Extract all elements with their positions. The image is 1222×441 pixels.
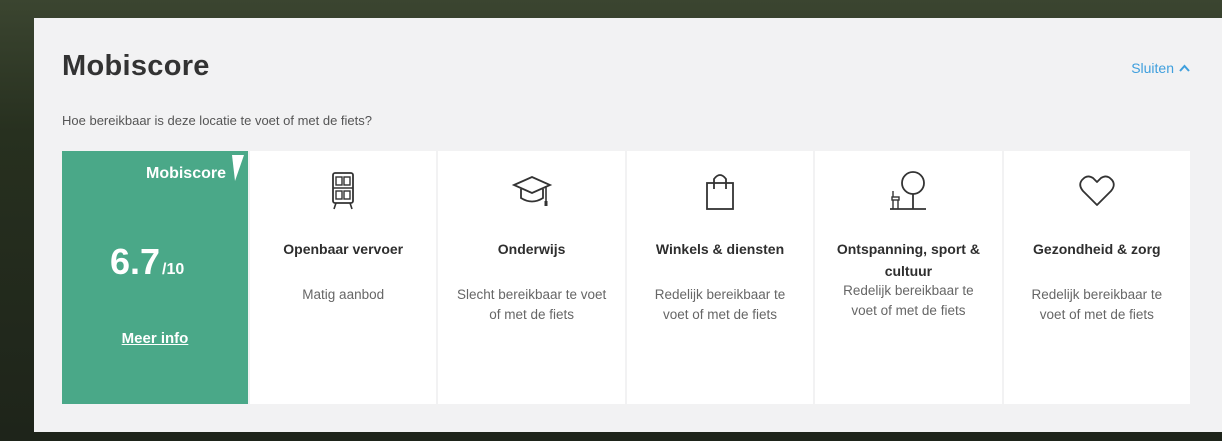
category-description: Matig aanbod: [302, 287, 385, 302]
close-label: Sluiten: [1131, 60, 1174, 76]
category-title: Onderwijs: [497, 241, 566, 257]
graduation-cap-icon: [511, 176, 552, 206]
tree-bench-icon: [890, 171, 927, 210]
category-card-health: Gezondheid & zorg Redelijk bereikbaar te…: [1003, 151, 1191, 404]
category-title: Ontspanning, sport & cultuur: [836, 241, 980, 279]
corner-marker-icon: [232, 155, 244, 181]
score-max: /10: [162, 261, 185, 278]
mobiscore-card: Mobiscore 6.7/10 Meer info: [62, 151, 248, 404]
tram-icon: [332, 172, 355, 210]
category-description: Redelijk bereikbaar te voet of met de fi…: [843, 283, 974, 318]
category-description: Redelijk bereikbaar te voet of met de fi…: [1031, 287, 1163, 322]
shopping-bag-icon: [706, 174, 734, 210]
category-title: Openbaar vervoer: [283, 241, 404, 257]
panel-title: Mobiscore: [62, 50, 210, 82]
panel-subtitle: Hoe bereikbaar is deze locatie te voet o…: [62, 113, 373, 128]
category-title: Winkels & diensten: [655, 241, 785, 257]
heart-icon: [1079, 175, 1115, 206]
mobiscore-panel: Mobiscore Sluiten Hoe bereikbaar is deze…: [34, 18, 1222, 432]
score-number: 6.7: [110, 241, 161, 282]
category-card-shops-services: Winkels & diensten Redelijk bereikbaar t…: [626, 151, 814, 404]
mobiscore-value: 6.7/10: [110, 241, 184, 283]
close-button[interactable]: Sluiten: [1131, 60, 1190, 76]
category-card-education: Onderwijs Slecht bereikbaar te voet of m…: [438, 151, 625, 404]
more-info-link[interactable]: Meer info: [62, 330, 248, 347]
category-card-public-transport: Openbaar vervoer Matig aanbod: [250, 151, 437, 404]
category-description: Slecht bereikbaar te voet of met de fiet…: [456, 287, 607, 322]
score-cards-row: Mobiscore 6.7/10 Meer info Openbaar verv…: [62, 151, 1191, 404]
mobiscore-label: Mobiscore: [145, 165, 226, 182]
category-card-leisure: Ontspanning, sport & cultuur Redelijk be…: [815, 151, 1002, 404]
category-title: Gezondheid & zorg: [1033, 241, 1161, 257]
category-description: Redelijk bereikbaar te voet of met de fi…: [654, 287, 786, 322]
chevron-up-icon: [1179, 64, 1190, 72]
